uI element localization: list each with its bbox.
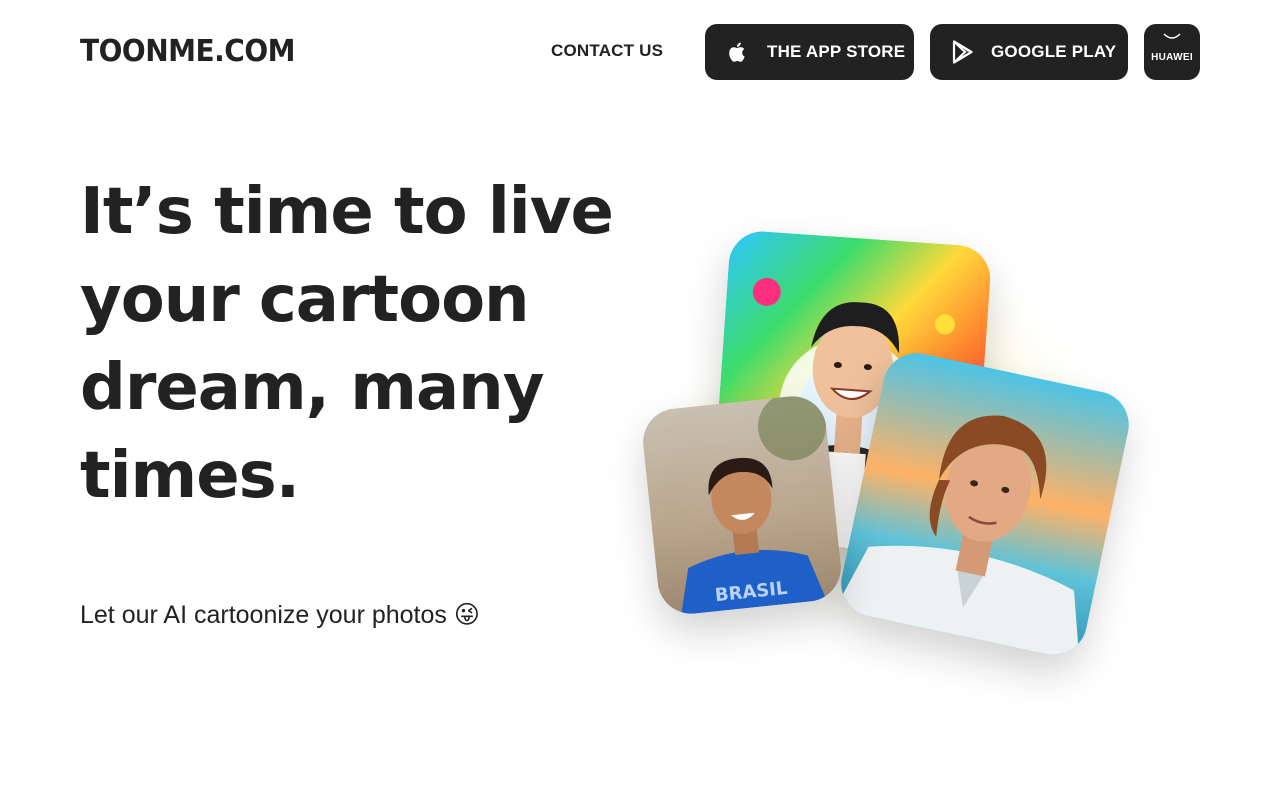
cartoon-card-painterly (834, 346, 1136, 662)
app-store-button[interactable]: THE APP STORE (705, 24, 914, 80)
photo-collage: BRASIL (620, 210, 1180, 710)
huawei-label: HUAWEI (1151, 51, 1193, 63)
hero-headline: It’s time to live your cartoon dream, man… (80, 168, 640, 520)
huawei-icon (1162, 32, 1182, 48)
google-play-icon (952, 40, 974, 64)
original-photo-card: BRASIL (639, 392, 845, 618)
headline-highlight: cartoon (243, 256, 547, 344)
page: TOONME.COM CONTACT US THE APP STORE GOOG… (0, 0, 1280, 800)
google-play-label: GOOGLE PLAY (991, 42, 1117, 61)
headline-line-2-prefix: your (80, 263, 240, 337)
app-store-label: THE APP STORE (767, 42, 906, 61)
headline-line-1: It’s time to live (80, 175, 614, 249)
headline-line-3: dream, many (80, 351, 544, 425)
apple-icon (727, 40, 749, 64)
huawei-appgallery-button[interactable]: HUAWEI (1144, 24, 1200, 80)
tongue-wink-emoji: 😜 (453, 600, 480, 629)
subline-text: Let our AI cartoonize your photos (80, 601, 447, 629)
google-play-button[interactable]: GOOGLE PLAY (930, 24, 1128, 80)
headline-line-4: times. (80, 439, 300, 513)
hero-subline: Let our AI cartoonize your photos 😜 (80, 600, 480, 630)
headline-line-2: your cartoon (80, 256, 640, 344)
logo[interactable]: TOONME.COM (80, 33, 295, 69)
contact-us-link[interactable]: CONTACT US (551, 41, 663, 61)
